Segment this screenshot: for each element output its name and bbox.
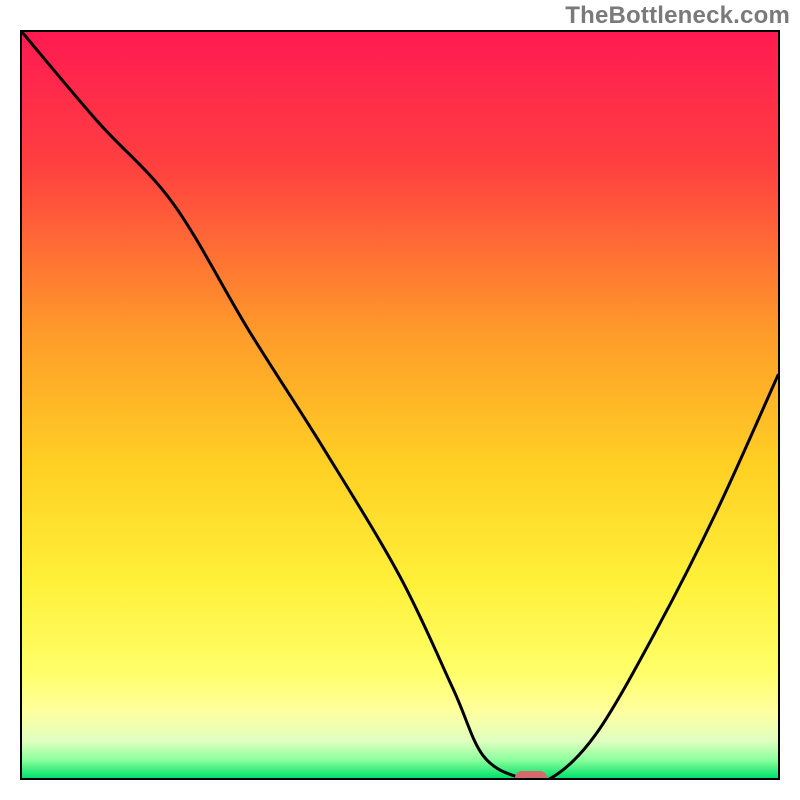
chart-container: TheBottleneck.com [0,0,800,800]
optimal-marker [515,771,547,780]
bottleneck-curve [22,32,778,778]
plot-frame [20,30,780,780]
watermark-text: TheBottleneck.com [565,2,790,30]
